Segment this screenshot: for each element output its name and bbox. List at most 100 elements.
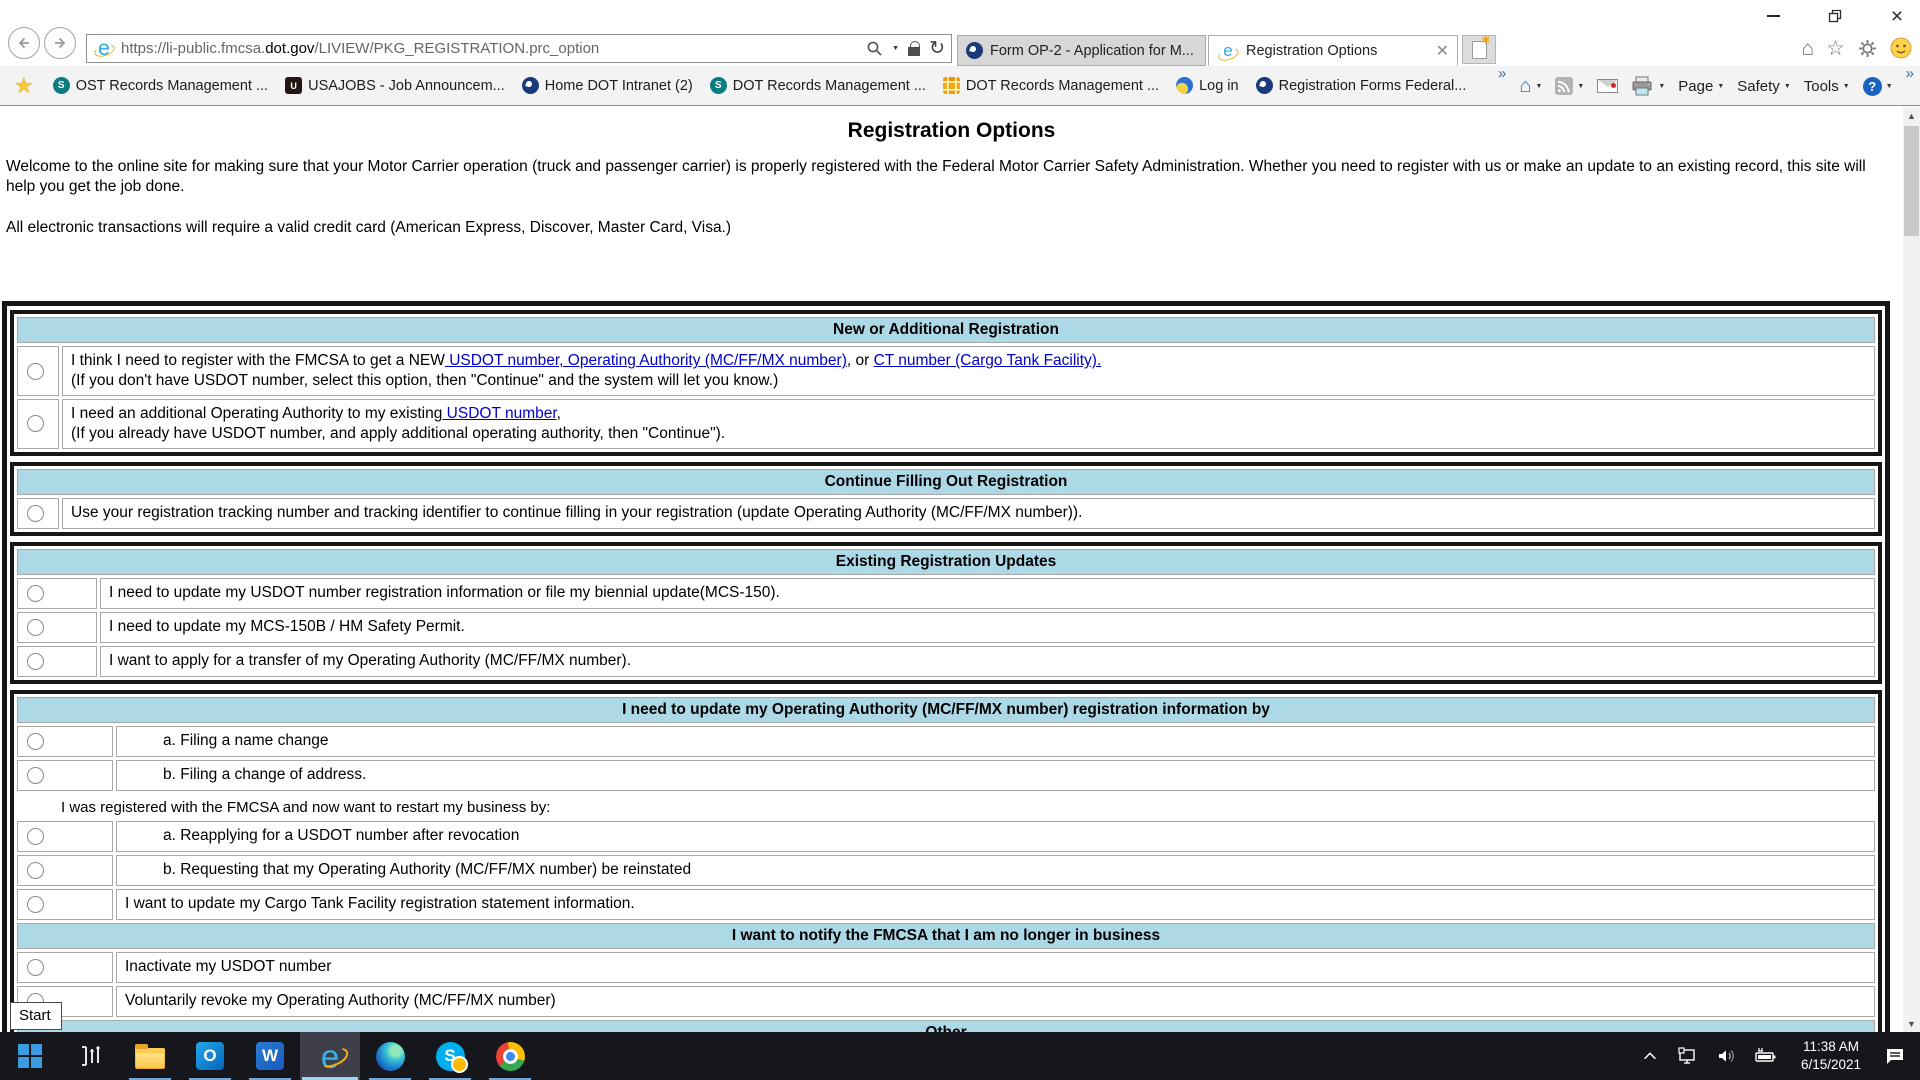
volume-button[interactable] (1715, 1045, 1737, 1067)
skype-icon: S (436, 1042, 465, 1071)
command-page-menu[interactable]: Page ▼ (1678, 78, 1724, 95)
radio-option[interactable] (27, 585, 44, 602)
command-help-menu[interactable]: ?▼ (1863, 77, 1893, 96)
add-favorite-star-icon[interactable]: ★ (14, 73, 34, 99)
taskbar-word[interactable]: W (240, 1032, 300, 1080)
refresh-icon[interactable]: ↻ (929, 39, 945, 58)
radio-option[interactable] (27, 505, 44, 522)
favorites-star-icon[interactable]: ☆ (1826, 38, 1845, 59)
settings-gear-icon[interactable] (1857, 38, 1878, 59)
action-center-button[interactable] (1884, 1045, 1906, 1067)
option-text: a. Reapplying for a USDOT number after r… (163, 826, 1866, 846)
radio-option[interactable] (27, 619, 44, 636)
search-dropdown-icon[interactable]: ▼ (892, 45, 899, 52)
chevron-down-icon: ▼ (1717, 83, 1724, 90)
scroll-down-icon[interactable]: ▼ (1903, 1015, 1920, 1032)
restore-button[interactable] (1822, 4, 1848, 28)
close-button[interactable]: × (1884, 4, 1910, 28)
tools-menu-label: Tools (1804, 78, 1839, 95)
option-row: I need an additional Operating Authority… (17, 399, 1875, 449)
option-text: I need an additional Operating Authority… (71, 405, 442, 422)
radio-option[interactable] (27, 896, 44, 913)
forward-button[interactable] (44, 27, 76, 59)
usdot-operating-authority-link[interactable]: USDOT number, Operating Authority (MC/FF… (445, 352, 847, 369)
smiley-feedback-icon[interactable] (1890, 37, 1912, 59)
radio-option[interactable] (27, 363, 44, 380)
battery-icon (1754, 1045, 1778, 1067)
command-print-button[interactable]: ▼ (1631, 76, 1665, 96)
radio-option[interactable] (27, 828, 44, 845)
minimize-button[interactable] (1760, 4, 1786, 28)
option-text: b. Filing a change of address. (163, 765, 1866, 785)
task-view-icon (77, 1043, 103, 1069)
radio-option[interactable] (27, 415, 44, 432)
radio-option[interactable] (27, 862, 44, 879)
taskbar-clock[interactable]: 11:38 AM 6/15/2021 (1795, 1038, 1867, 1073)
tab-close-icon[interactable]: ✕ (1436, 41, 1449, 61)
clock-time: 11:38 AM (1803, 1039, 1859, 1054)
favorites-overflow-icon[interactable]: » (1498, 66, 1506, 83)
task-view-button[interactable] (60, 1032, 120, 1080)
radio-option[interactable] (27, 767, 44, 784)
usdot-number-link[interactable]: USDOT number (442, 405, 556, 422)
chevron-down-icon: ▼ (1658, 83, 1665, 90)
network-status-button[interactable] (1676, 1045, 1698, 1067)
vertical-scrollbar[interactable]: ▲ ▼ (1903, 107, 1920, 1032)
sharepoint-icon: S (710, 77, 727, 94)
radio-option[interactable] (27, 733, 44, 750)
option-text: I want to update my Cargo Tank Facility … (125, 894, 1866, 914)
new-tab-button[interactable] (1462, 35, 1496, 64)
favorite-item[interactable]: Log in (1176, 77, 1239, 94)
favorite-item[interactable]: Home DOT Intranet (2) (522, 77, 693, 94)
usajobs-icon: U (285, 77, 302, 94)
taskbar-skype[interactable]: S (420, 1032, 480, 1080)
back-button[interactable] (8, 27, 40, 59)
page-menu-label: Page (1678, 78, 1713, 95)
favorite-item[interactable]: DOT Records Management ... (943, 77, 1159, 94)
scrollbar-thumb[interactable] (1904, 126, 1919, 236)
start-button[interactable] (0, 1032, 60, 1080)
chrome-icon (496, 1042, 525, 1071)
favorite-item[interactable]: UUSAJOBS - Job Announcem... (285, 77, 505, 94)
tray-chevron-button[interactable] (1641, 1047, 1659, 1065)
option-row: I want to update my Cargo Tank Facility … (17, 889, 1875, 920)
subsection-header-other: Other (17, 1020, 1875, 1032)
option-text: I need to update my USDOT number registr… (109, 583, 1866, 603)
radio-option[interactable] (27, 959, 44, 976)
chevron-down-icon: ▼ (1784, 83, 1791, 90)
battery-status-button[interactable] (1754, 1045, 1778, 1067)
command-tools-menu[interactable]: Tools▼ (1804, 78, 1850, 95)
scroll-up-icon[interactable]: ▲ (1903, 107, 1920, 124)
address-bar[interactable]: e https://li-public.fmcsa.dot.gov/LIVIEW… (86, 34, 952, 63)
option-subtext: (If you already have USDOT number, and a… (71, 424, 1866, 444)
tab-registration-options[interactable]: e Registration Options ✕ (1208, 35, 1458, 66)
radio-option[interactable] (27, 653, 44, 670)
search-icon[interactable] (866, 40, 883, 57)
command-rss-button[interactable]: ▼ (1555, 77, 1584, 95)
favorite-label: OST Records Management ... (76, 78, 268, 94)
taskbar-outlook[interactable]: O (180, 1032, 240, 1080)
sharepoint-icon: S (53, 77, 70, 94)
ct-number-link[interactable]: CT number (Cargo Tank Facility). (874, 352, 1102, 369)
taskbar-internet-explorer[interactable]: e (300, 1032, 360, 1080)
command-home-button[interactable]: ⌂▼ (1519, 76, 1542, 96)
favorite-label: Registration Forms Federal... (1279, 78, 1467, 94)
home-icon: ⌂ (1519, 76, 1531, 96)
tab-form-op2[interactable]: Form OP-2 - Application for M... (957, 35, 1206, 66)
chevron-up-icon (1641, 1047, 1659, 1065)
favorite-item[interactable]: S OST Records Management ... (53, 77, 268, 94)
command-overflow-icon[interactable]: » (1906, 66, 1914, 83)
option-row: b. Filing a change of address. (17, 760, 1875, 791)
page-content: Registration Options Welcome to the onli… (0, 107, 1903, 1032)
command-safety-menu[interactable]: Safety▼ (1737, 78, 1790, 95)
taskbar-file-explorer[interactable] (120, 1032, 180, 1080)
home-icon[interactable]: ⌂ (1801, 38, 1814, 59)
option-text: I want to apply for a transfer of my Ope… (109, 651, 1866, 671)
taskbar-chrome[interactable] (480, 1032, 540, 1080)
taskbar-edge[interactable] (360, 1032, 420, 1080)
command-mail-button[interactable] (1597, 79, 1618, 93)
intro-text: Welcome to the online site for making su… (6, 157, 1897, 197)
system-tray: 11:38 AM 6/15/2021 (1641, 1032, 1920, 1080)
favorite-item[interactable]: SDOT Records Management ... (710, 77, 926, 94)
favorite-item[interactable]: Registration Forms Federal... (1256, 77, 1467, 94)
